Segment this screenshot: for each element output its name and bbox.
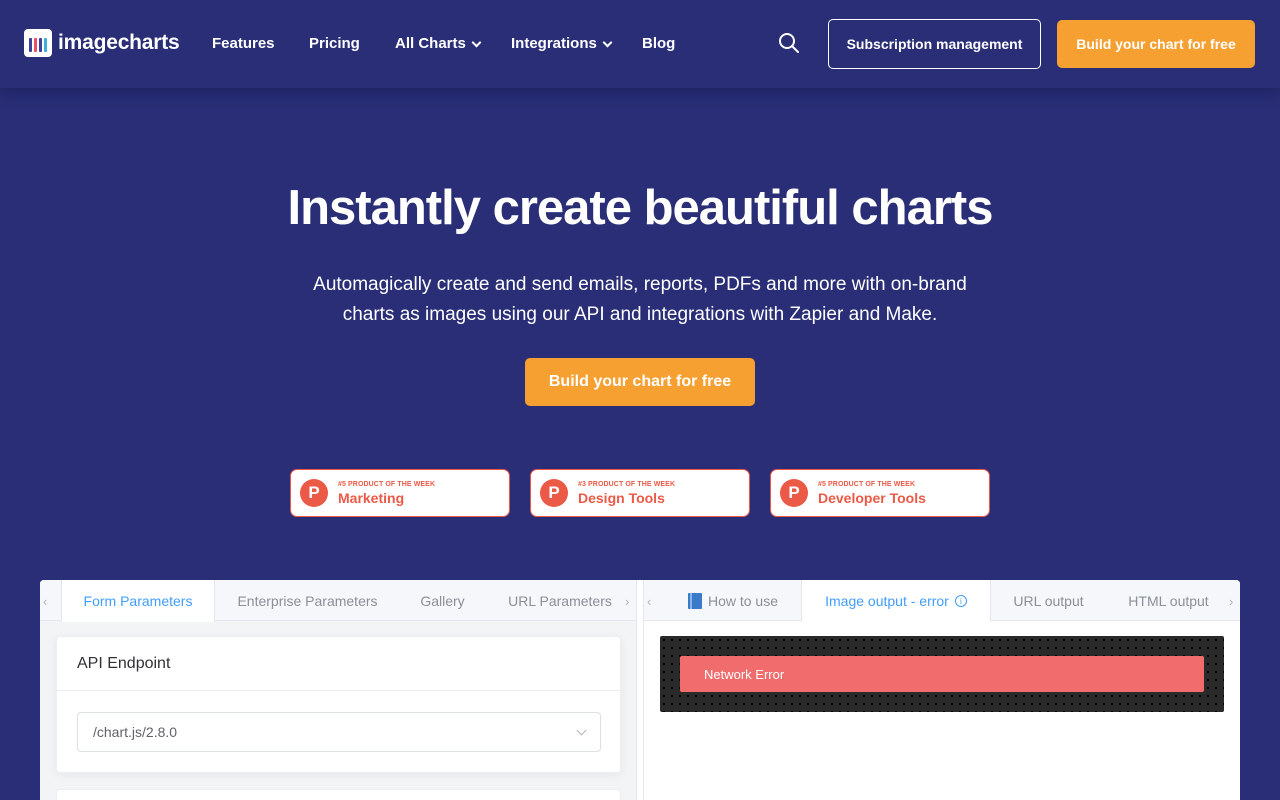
api-endpoint-select[interactable]: /chart.js/2.8.0 <box>77 712 601 752</box>
logo[interactable]: imagecharts <box>24 29 180 57</box>
logo-text: imagecharts <box>58 31 180 54</box>
image-output-preview: Network Error <box>660 636 1224 712</box>
tab-image-output[interactable]: Image output - error i <box>801 580 991 622</box>
chevron-down-icon <box>602 37 613 47</box>
tab-enterprise-parameters[interactable]: Enterprise Parameters <box>220 580 395 621</box>
badge-category: Developer Tools <box>818 489 926 506</box>
select-value: /chart.js/2.8.0 <box>93 724 178 740</box>
top-navbar: imagecharts Features Pricing All Charts … <box>0 0 1280 88</box>
card-title: API Endpoint <box>57 637 620 691</box>
output-tabbar: ‹ How to use Image output - error i URL … <box>644 580 1240 622</box>
badge-rank: #3 PRODUCT OF THE WEEK <box>578 480 676 488</box>
tab-scroll-left-icon[interactable]: ‹ <box>43 594 47 609</box>
parameters-pane: ‹ Form Parameters Enterprise Parameters … <box>40 580 637 800</box>
next-parameter-card <box>56 789 621 800</box>
nav-build-chart-button[interactable]: Build your chart for free <box>1057 20 1255 68</box>
tab-gallery[interactable]: Gallery <box>405 580 480 621</box>
book-icon <box>687 592 702 609</box>
hero-subtitle: Automagically create and send emails, re… <box>313 274 967 325</box>
api-endpoint-card: API Endpoint /chart.js/2.8.0 <box>56 636 621 773</box>
product-hunt-icon: P <box>540 479 568 507</box>
chevron-down-icon <box>471 37 482 47</box>
search-icon[interactable] <box>778 32 800 54</box>
tab-html-output[interactable]: HTML output <box>1111 580 1226 621</box>
product-hunt-icon: P <box>300 479 328 507</box>
nav-link-all-charts[interactable]: All Charts <box>395 35 482 52</box>
badge-category: Design Tools <box>578 489 665 506</box>
parameters-tabbar: ‹ Form Parameters Enterprise Parameters … <box>40 580 636 622</box>
tab-form-parameters[interactable]: Form Parameters <box>61 580 215 622</box>
tab-scroll-right-icon[interactable]: › <box>625 594 629 609</box>
nav-link-integrations[interactable]: Integrations <box>511 35 613 52</box>
product-hunt-badge-marketing[interactable]: P #5 PRODUCT OF THE WEEK Marketing <box>290 469 510 517</box>
nav-link-blog[interactable]: Blog <box>642 35 675 52</box>
nav-link-pricing[interactable]: Pricing <box>309 35 360 52</box>
product-hunt-badge-design-tools[interactable]: P #3 PRODUCT OF THE WEEK Design Tools <box>530 469 750 517</box>
chevron-down-icon <box>576 725 587 736</box>
product-hunt-badge-developer-tools[interactable]: P #5 PRODUCT OF THE WEEK Developer Tools <box>770 469 990 517</box>
tab-scroll-left-icon[interactable]: ‹ <box>647 594 651 609</box>
chart-builder-panel: ‹ Form Parameters Enterprise Parameters … <box>40 580 1240 800</box>
tab-url-parameters[interactable]: URL Parameters <box>495 580 625 621</box>
output-pane: ‹ How to use Image output - error i URL … <box>643 580 1240 800</box>
badge-rank: #5 PRODUCT OF THE WEEK <box>818 480 916 488</box>
tab-how-to-use[interactable]: How to use <box>665 580 801 621</box>
badge-rank: #5 PRODUCT OF THE WEEK <box>338 480 436 488</box>
error-alert: Network Error <box>680 656 1204 692</box>
tab-scroll-right-icon[interactable]: › <box>1229 594 1233 609</box>
logo-icon <box>24 29 52 57</box>
hero-build-chart-button[interactable]: Build your chart for free <box>525 358 755 406</box>
badge-category: Marketing <box>338 489 405 506</box>
product-hunt-icon: P <box>780 479 808 507</box>
hero-title: Instantly create beautiful charts <box>287 181 994 235</box>
nav-link-features[interactable]: Features <box>212 35 275 52</box>
info-icon: i <box>954 595 967 607</box>
tab-url-output[interactable]: URL output <box>996 580 1101 621</box>
subscription-management-button[interactable]: Subscription management <box>828 19 1041 69</box>
